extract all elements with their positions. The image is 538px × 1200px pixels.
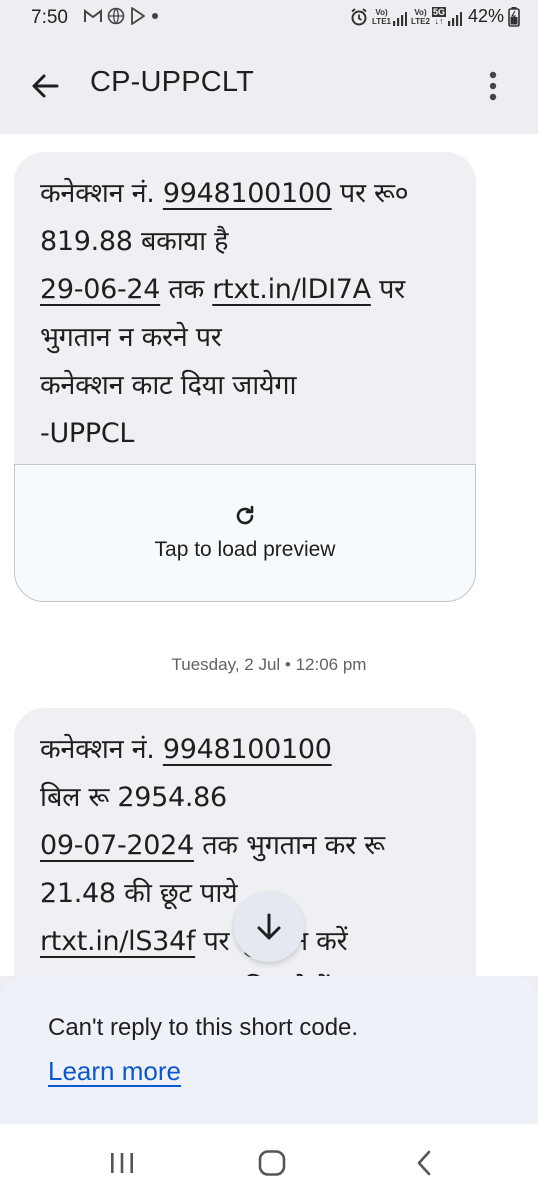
message-text-segment: -UPPCL xyxy=(40,418,135,449)
message-text-segment: तक xyxy=(160,274,213,305)
sim2-label: LTE2 xyxy=(410,16,430,26)
message-line: कनेक्शन नं. 9948100100 पर रू० xyxy=(40,170,454,218)
message-line: -UPPCL xyxy=(40,410,454,458)
back-button[interactable] xyxy=(26,67,64,105)
conversation-area[interactable]: कनेक्शन नं. 9948100100 पर रू० 819.88 बकाय… xyxy=(0,134,538,976)
load-preview-label: Tap to load preview xyxy=(154,538,336,561)
status-bar: 7:50 Vo) LTE1 Vo) LTE2 5G ↓↑ 42% xyxy=(0,0,538,38)
arrow-down-icon xyxy=(257,913,281,940)
message-text-segment: कनेक्शन नं. xyxy=(40,178,163,209)
more-options-button[interactable] xyxy=(478,66,508,106)
message-text-segment: पर रू० xyxy=(331,178,409,209)
link-preview-card[interactable]: Tap to load preview xyxy=(14,464,476,602)
recents-button[interactable] xyxy=(102,1146,142,1180)
signal-icon xyxy=(447,11,462,26)
message-line: 819.88 बकाया है xyxy=(40,218,454,266)
refresh-icon xyxy=(236,505,254,525)
message-link[interactable]: 29-06-24 xyxy=(40,274,160,305)
message-text-segment: 21.48 की छूट पाये xyxy=(40,878,238,909)
message-text-segment: कनेक्शन काट दिया जायेगा xyxy=(40,370,297,401)
conversation-title: CP-UPPCLT xyxy=(90,66,255,98)
message-text: कनेक्शन नं. 9948100100 पर रू० 819.88 बकाय… xyxy=(40,170,454,458)
message-line: भुगतान न करने पर xyxy=(40,314,454,362)
notification-icons xyxy=(84,7,159,25)
arrow-back-icon xyxy=(32,74,59,98)
message-text-segment: भुगतान न करने पर xyxy=(40,322,222,353)
message-link[interactable]: 9948100100 xyxy=(163,734,332,765)
message-line: कनेक्शन काट दिया जायेगा xyxy=(40,362,454,410)
nav-back-button[interactable] xyxy=(404,1146,444,1180)
message-text-segment: कनेक्शन नं. xyxy=(40,734,163,765)
sim1-label: LTE1 xyxy=(372,16,391,26)
system-nav-bar xyxy=(0,1124,538,1200)
learn-more-link[interactable]: Learn more xyxy=(48,1056,181,1087)
battery-percent: 42% xyxy=(467,6,504,26)
dot-icon xyxy=(152,13,158,19)
home-icon xyxy=(258,1150,286,1176)
sim2-indicator: Vo) LTE2 5G ↓↑ xyxy=(410,6,462,26)
message-line: rtxt.in/lS345 पर बिल देखें xyxy=(40,966,454,976)
message-link[interactable]: 09-07-2024 xyxy=(40,830,194,861)
play-store-icon xyxy=(131,7,145,25)
recents-icon xyxy=(111,1153,133,1173)
message-line: 29-06-24 तक rtxt.in/lDI7A पर xyxy=(40,266,454,314)
message-line: कनेक्शन नं. 9948100100 xyxy=(40,726,454,774)
globe-icon xyxy=(107,7,125,25)
message-line: बिल रू 2954.86 xyxy=(40,774,454,822)
sim1-indicator: Vo) LTE1 xyxy=(372,8,407,26)
cannot-reply-panel: Can't reply to this short code. Learn mo… xyxy=(0,976,538,1124)
message-text-segment: तक भुगतान कर रू xyxy=(193,830,385,861)
message-text-segment: 819.88 बकाया है xyxy=(40,226,229,257)
chevron-left-icon xyxy=(417,1150,431,1176)
more-vert-icon xyxy=(489,71,497,101)
status-right: Vo) LTE1 Vo) LTE2 5G ↓↑ 42% xyxy=(350,6,520,27)
message-link[interactable]: rtxt.in/lDI7A xyxy=(212,274,371,305)
signal-icon xyxy=(392,11,407,26)
message-line: 09-07-2024 तक भुगतान कर रू xyxy=(40,822,454,870)
scroll-to-bottom-button[interactable] xyxy=(234,892,304,962)
message-timestamp: Tuesday, 2 Jul • 12:06 pm xyxy=(171,655,367,674)
status-time: 7:50 xyxy=(31,7,68,28)
network-type-label: 5G xyxy=(431,6,446,17)
app-bar: CP-UPPCLT xyxy=(0,38,538,134)
alarm-icon xyxy=(351,7,367,25)
cannot-reply-text: Can't reply to this short code. xyxy=(48,1014,359,1041)
message-link[interactable]: rtxt.in/lS34f xyxy=(40,926,195,957)
battery-icon xyxy=(508,6,520,27)
home-button[interactable] xyxy=(252,1146,292,1180)
message-text-segment: बिल रू 2954.86 xyxy=(40,782,227,813)
message-link[interactable]: 9948100100 xyxy=(163,178,332,209)
gmail-icon xyxy=(84,9,102,22)
message-text-segment: पर xyxy=(370,274,405,305)
